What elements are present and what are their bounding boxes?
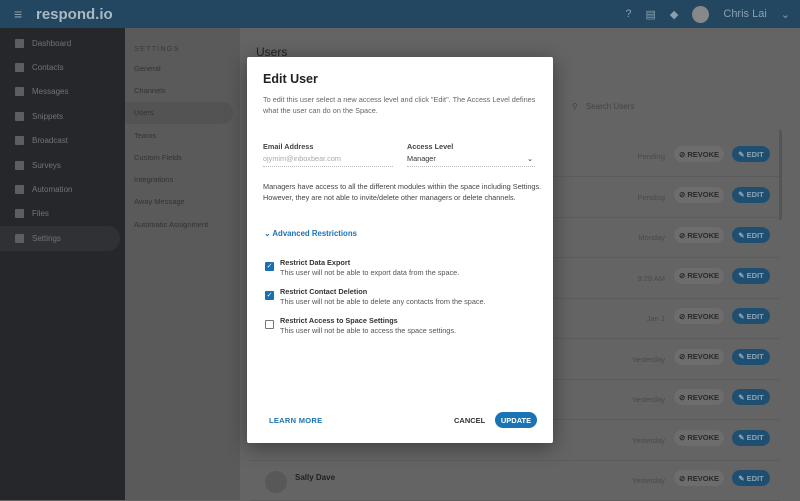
dialog-description: To edit this user select a new access le…	[263, 95, 536, 115]
book-icon[interactable]: ▤	[646, 8, 656, 21]
block-icon: ⊘	[678, 473, 688, 483]
avatar[interactable]	[692, 5, 710, 23]
revoke-button[interactable]: ⊘ REVOKE	[674, 429, 724, 446]
sidebar-item-automation[interactable]: Automation	[0, 177, 125, 201]
files-icon	[15, 209, 24, 219]
restriction-checkbox[interactable]: ✓	[265, 291, 274, 300]
revoke-button[interactable]: ⊘ REVOKE	[674, 389, 724, 405]
pencil-icon: ✎	[738, 271, 747, 280]
pencil-icon: ✎	[738, 473, 747, 483]
avatar	[265, 471, 287, 493]
sidebar-item-messages[interactable]: Messages	[0, 80, 125, 104]
revoke-button[interactable]: ⊘ REVOKE	[674, 186, 724, 203]
sidebar-item-settings[interactable]: Settings	[0, 226, 120, 251]
settings-icon	[15, 233, 24, 243]
chevron-down-icon[interactable]: ⌄	[781, 8, 790, 21]
edit-button[interactable]: ✎ EDIT	[732, 186, 770, 203]
edit-button[interactable]: ✎ EDIT	[732, 348, 770, 365]
access-level-label: Access Level	[407, 142, 454, 151]
chevron-down-icon: ⌄	[526, 154, 533, 163]
table-row: Sally Dave Yesterday ⊘ REVOKE ✎ EDIT	[250, 461, 780, 501]
pencil-icon: ✎	[738, 230, 747, 240]
menu-icon[interactable]: ≡	[14, 6, 34, 22]
settings-item[interactable]: Users	[125, 101, 233, 124]
pencil-icon: ✎	[738, 311, 747, 321]
block-icon: ⊘	[678, 352, 688, 361]
block-icon: ⊘	[678, 149, 688, 159]
user-name[interactable]: Chris Lai	[723, 8, 766, 20]
restriction-checkbox[interactable]	[265, 320, 274, 329]
broadcast-icon	[15, 136, 24, 146]
block-icon: ⊘	[678, 190, 688, 199]
logo: respond.io	[36, 5, 113, 23]
access-level-select[interactable]: Manager ⌄	[407, 154, 535, 167]
sidebar: Dashboard Contacts Messages Snippets Broadca…	[0, 28, 125, 500]
update-button[interactable]: UPDATE	[495, 412, 537, 428]
pencil-icon: ✎	[738, 392, 747, 402]
settings-item[interactable]: General	[125, 57, 240, 79]
pencil-icon: ✎	[738, 190, 747, 199]
block-icon: ⊘	[678, 311, 688, 321]
settings-item[interactable]: Automatic Assignment	[125, 213, 240, 235]
settings-title: SETTINGS	[134, 44, 180, 53]
sidebar-item-dashboard[interactable]: Dashboard	[0, 31, 125, 55]
contacts-icon	[15, 63, 24, 73]
sidebar-item-surveys[interactable]: Surveys	[0, 153, 125, 177]
sidebar-item-snippets[interactable]: Snippets	[0, 104, 125, 128]
settings-item[interactable]: Channels	[125, 79, 240, 101]
settings-item[interactable]: Away Message	[125, 191, 240, 213]
revoke-button[interactable]: ⊘ REVOKE	[674, 308, 724, 324]
revoke-button[interactable]: ⊘ REVOKE	[674, 348, 724, 365]
settings-item[interactable]: Custom Fields	[125, 146, 240, 168]
advanced-restrictions-toggle[interactable]: ⌄ Advanced Restrictions	[264, 229, 357, 238]
scrollbar[interactable]	[779, 130, 782, 220]
learn-more-link[interactable]: LEARN MORE	[269, 416, 322, 425]
cancel-button[interactable]: CANCEL	[454, 416, 485, 425]
dashboard-icon	[15, 38, 24, 48]
automation-icon	[15, 185, 24, 195]
edit-button[interactable]: ✎ EDIT	[732, 308, 770, 324]
edit-button[interactable]: ✎ EDIT	[732, 267, 770, 284]
snippets-icon	[15, 111, 24, 121]
messages-icon	[15, 87, 24, 97]
search-input[interactable]: ⚲ Search Users	[572, 102, 634, 111]
block-icon: ⊘	[678, 230, 688, 240]
pencil-icon: ✎	[738, 352, 747, 361]
help-icon[interactable]: ?	[625, 8, 631, 20]
settings-item[interactable]: Teams	[125, 124, 240, 146]
block-icon: ⊘	[678, 271, 688, 280]
bell-icon[interactable]: ◆	[670, 8, 678, 21]
settings-nav: SETTINGS General Channels Users Teams Custom…	[125, 28, 240, 500]
revoke-button[interactable]: ⊘ REVOKE	[674, 227, 724, 243]
block-icon: ⊘	[678, 433, 688, 442]
revoke-button[interactable]: ⊘ REVOKE	[674, 146, 724, 162]
sidebar-item-broadcast[interactable]: Broadcast	[0, 129, 125, 153]
edit-button[interactable]: ✎ EDIT	[732, 146, 770, 162]
edit-button[interactable]: ✎ EDIT	[732, 389, 770, 405]
block-icon: ⊘	[678, 392, 688, 402]
pencil-icon: ✎	[738, 149, 747, 159]
revoke-button[interactable]: ⊘ REVOKE	[674, 470, 724, 486]
access-level-note: Managers have access to all the differen…	[263, 182, 542, 202]
pencil-icon: ✎	[738, 433, 747, 442]
revoke-button[interactable]: ⊘ REVOKE	[674, 267, 724, 284]
restriction-checkbox[interactable]: ✓	[265, 262, 274, 271]
top-bar: ≡ respond.io ? ▤ ◆ Chris Lai ⌄	[0, 0, 800, 28]
search-icon: ⚲	[572, 102, 578, 111]
sidebar-item-contacts[interactable]: Contacts	[0, 55, 125, 79]
settings-item[interactable]: Integrations	[125, 168, 240, 190]
edit-user-dialog: Edit User To edit this user select a new…	[247, 57, 553, 443]
surveys-icon	[15, 160, 24, 170]
dialog-title: Edit User	[263, 72, 318, 86]
sidebar-item-files[interactable]: Files	[0, 202, 125, 226]
edit-button[interactable]: ✎ EDIT	[732, 227, 770, 243]
edit-button[interactable]: ✎ EDIT	[732, 429, 770, 446]
email-label: Email Address	[263, 142, 314, 151]
edit-button[interactable]: ✎ EDIT	[732, 470, 770, 486]
email-field[interactable]: ojymim@inboxbear.com	[263, 154, 393, 167]
